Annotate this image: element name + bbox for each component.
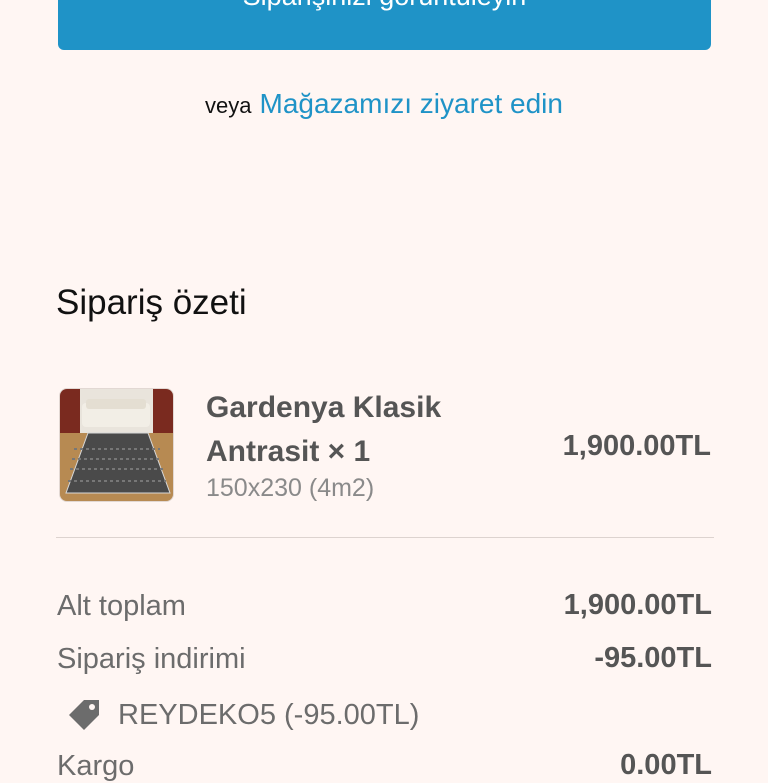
visit-store-link[interactable]: Mağazamızı ziyaret edin	[260, 88, 563, 119]
product-thumbnail	[59, 388, 174, 502]
alternate-action: veya Mağazamızı ziyaret edin	[0, 88, 768, 120]
or-text: veya	[205, 93, 252, 118]
product-name: Gardenya Klasik Antrasit × 1	[206, 391, 442, 468]
order-discount-label: Sipariş indirimi	[57, 643, 246, 675]
discount-code-text: REYDEKO5 (-95.00TL)	[118, 698, 420, 731]
order-summary-title: Sipariş özeti	[56, 283, 247, 322]
summary-divider	[56, 537, 714, 538]
subtotal-value: 1,900.00TL	[563, 589, 712, 621]
shipping-label: Kargo	[57, 750, 135, 782]
order-discount-value: -95.00TL	[594, 642, 712, 674]
view-order-button[interactable]: Siparişinizi görüntüleyin	[58, 0, 711, 50]
discount-code: REYDEKO5 (-95.00TL)	[66, 697, 419, 733]
shipping-value: 0.00TL	[620, 749, 712, 781]
product-price: 1,900.00TL	[562, 430, 711, 462]
view-order-button-label: Siparişinizi görüntüleyin	[243, 0, 527, 12]
tag-icon	[66, 697, 102, 733]
subtotal-label: Alt toplam	[57, 590, 186, 622]
product-variant: 150x230 (4m2)	[206, 474, 375, 502]
